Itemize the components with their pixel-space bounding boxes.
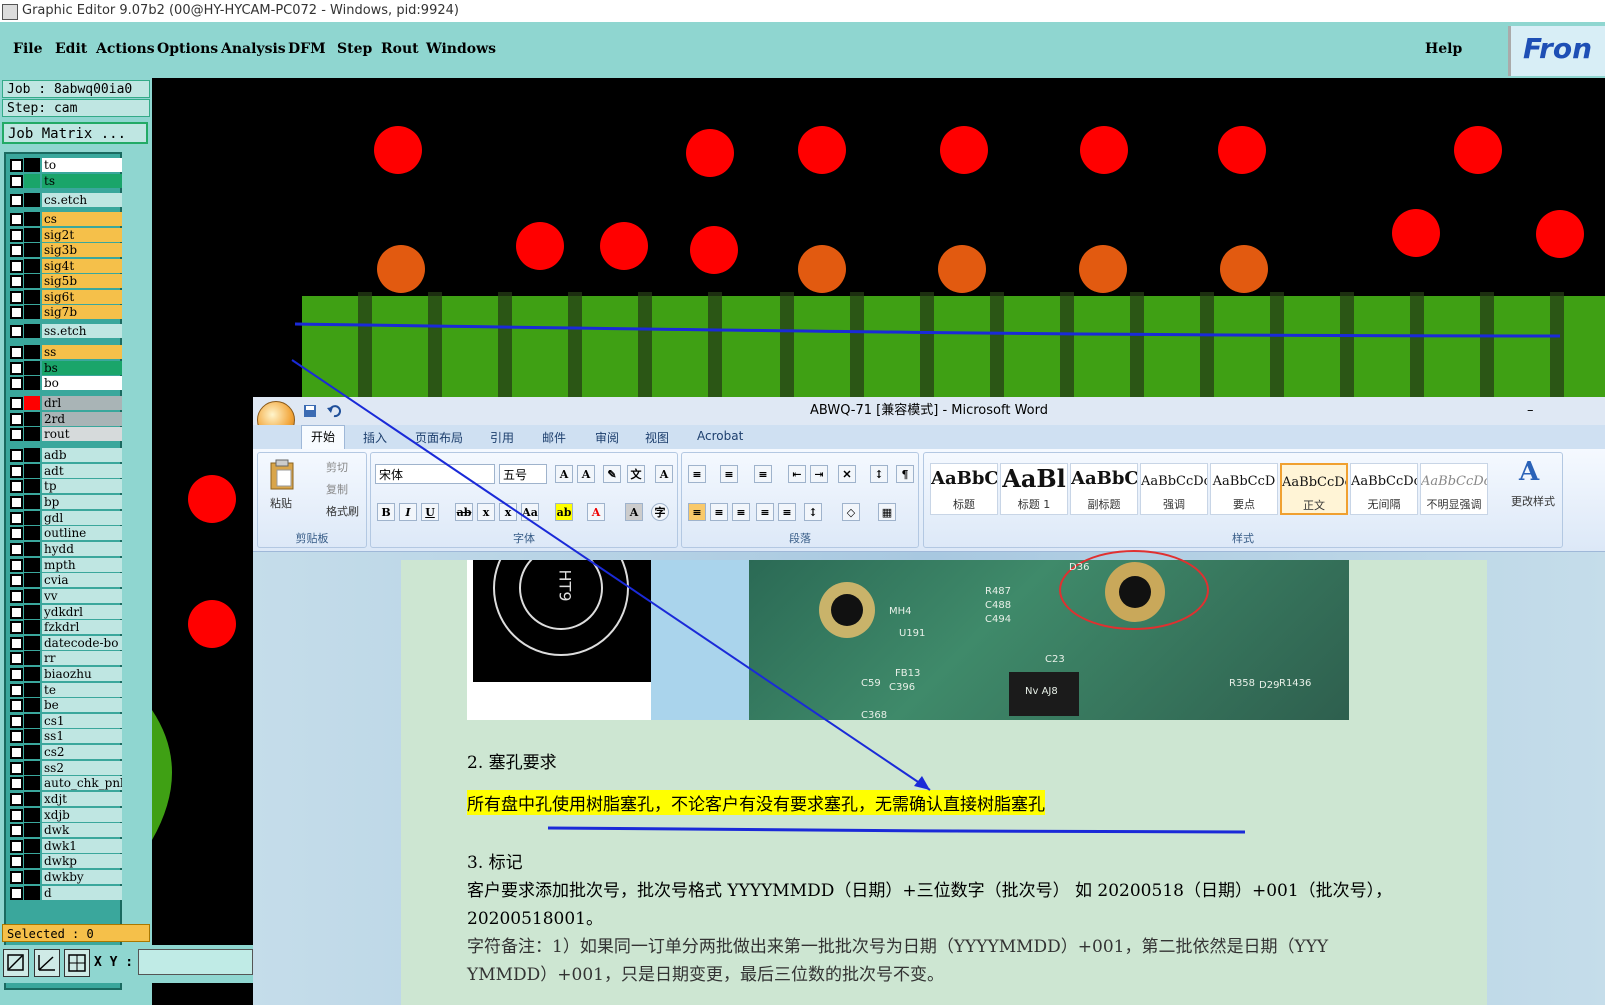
annotation-arrowhead [914, 776, 930, 790]
annotation-overlay [291, 322, 1561, 834]
annotation-underline-top [294, 322, 1561, 338]
annotation-arrow [291, 359, 931, 791]
annotation-underline-bottom [547, 826, 1246, 834]
